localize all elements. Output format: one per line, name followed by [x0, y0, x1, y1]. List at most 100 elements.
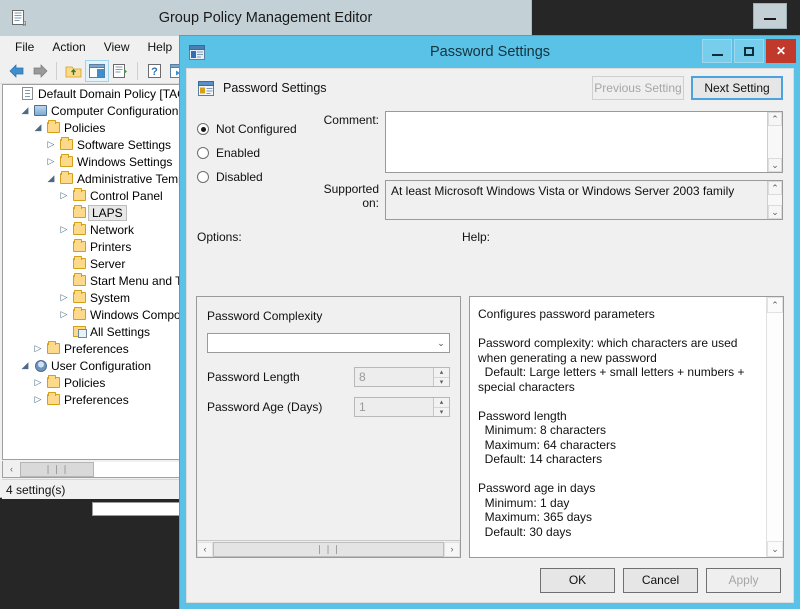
scroll-up-icon[interactable]: ⌃: [768, 181, 782, 195]
help-label: Help:: [462, 230, 490, 244]
chevron-right-icon[interactable]: ▷: [44, 140, 58, 149]
dialog-minimize-button[interactable]: [702, 39, 732, 63]
chevron-right-icon[interactable]: ▷: [31, 378, 45, 387]
scroll-down-icon[interactable]: ⌄: [767, 541, 783, 557]
password-age-value: 1: [355, 398, 433, 416]
tree-item[interactable]: ◢ User Configuration: [3, 357, 185, 374]
console-tree[interactable]: Default Domain Policy [TACO.A( ◢ Computer …: [2, 84, 186, 460]
password-complexity-dropdown[interactable]: ⌄: [207, 333, 450, 353]
policy-setting-icon: [188, 43, 206, 61]
tree-item-label: Server: [88, 257, 125, 271]
tree-item-label: Windows Compon: [88, 308, 186, 322]
tree-item[interactable]: LAPS: [3, 204, 185, 221]
comment-scrollbar[interactable]: ⌃ ⌄: [767, 112, 782, 172]
up-folder-icon[interactable]: [61, 60, 85, 82]
tree-item-label: Computer Configuration: [49, 104, 178, 118]
next-setting-button[interactable]: Next Setting: [691, 76, 783, 100]
help-scrollbar[interactable]: ⌃ ⌄: [766, 297, 783, 557]
tree-item[interactable]: Default Domain Policy [TACO.A(: [3, 85, 185, 102]
options-horizontal-scrollbar[interactable]: ‹ ❘❘❘ ›: [197, 540, 460, 557]
password-age-stepper[interactable]: 1 ▴ ▾: [354, 397, 450, 417]
ok-button[interactable]: OK: [540, 568, 615, 593]
tree-item[interactable]: ▷Software Settings: [3, 136, 185, 153]
scrollbar-track[interactable]: [94, 462, 185, 477]
scrollbar-thumb[interactable]: ❘❘❘: [213, 542, 444, 557]
scroll-up-icon[interactable]: ⌃: [768, 112, 782, 126]
tree-item[interactable]: ▷System: [3, 289, 185, 306]
previous-setting-button[interactable]: Previous Setting: [592, 76, 684, 100]
scroll-right-icon[interactable]: ›: [444, 542, 460, 557]
folder-icon-glyph: [73, 258, 86, 269]
comment-input[interactable]: ⌃ ⌄: [385, 111, 783, 173]
chevron-right-icon[interactable]: ▷: [44, 157, 58, 166]
supported-on-scrollbar[interactable]: ⌃ ⌄: [767, 181, 782, 219]
radio-not-configured[interactable]: Not Configured: [197, 117, 307, 141]
forward-icon[interactable]: [28, 60, 52, 82]
help-icon[interactable]: ?: [142, 60, 166, 82]
tree-item-label: Policies: [62, 121, 105, 135]
tree-item[interactable]: ▷Preferences: [3, 391, 185, 408]
folder-icon-glyph: [60, 156, 73, 167]
tree-item[interactable]: ◢ Computer Configuration: [3, 102, 185, 119]
chevron-right-icon[interactable]: ▷: [57, 310, 71, 319]
tree-item[interactable]: ◢ Administrative Templ: [3, 170, 185, 187]
radio-enabled[interactable]: Enabled: [197, 141, 307, 165]
stepper-down-icon[interactable]: ▾: [434, 408, 449, 417]
tree-item[interactable]: ▷Policies: [3, 374, 185, 391]
menu-item-file[interactable]: File: [6, 37, 43, 57]
gpo-document-icon: [8, 8, 28, 28]
minimize-icon: [712, 54, 723, 56]
scroll-up-icon[interactable]: ⌃: [767, 297, 783, 313]
minimize-button[interactable]: [753, 3, 787, 29]
scroll-down-icon[interactable]: ⌄: [768, 158, 782, 172]
folder-icon-glyph: [73, 224, 86, 235]
tree-item-label: Control Panel: [88, 189, 163, 203]
tree-item[interactable]: Printers: [3, 238, 185, 255]
main-window-titlebar: Group Policy Management Editor: [0, 0, 531, 36]
chevron-right-icon[interactable]: ▷: [57, 225, 71, 234]
back-icon[interactable]: [4, 60, 28, 82]
show-hide-tree-icon[interactable]: [85, 60, 109, 82]
computer-icon: [32, 105, 49, 116]
tree-item[interactable]: ◢ Policies: [3, 119, 185, 136]
radio-disabled[interactable]: Disabled: [197, 165, 307, 189]
console-tree-horizontal-scrollbar[interactable]: ‹ ❘❘❘: [2, 461, 186, 478]
tree-item[interactable]: ▷Windows Settings: [3, 153, 185, 170]
scroll-left-icon[interactable]: ‹: [197, 542, 213, 557]
export-list-icon[interactable]: [109, 60, 133, 82]
stepper-up-icon[interactable]: ▴: [434, 368, 449, 378]
scroll-left-icon[interactable]: ‹: [3, 462, 20, 477]
dialog-panels: Password Complexity ⌄ Password Length 8 …: [196, 296, 784, 558]
menu-item-help[interactable]: Help: [139, 37, 182, 57]
stepper-up-icon[interactable]: ▴: [434, 398, 449, 408]
tree-item[interactable]: All Settings: [3, 323, 185, 340]
scroll-down-icon[interactable]: ⌄: [768, 205, 782, 219]
chevron-right-icon[interactable]: ▷: [31, 395, 45, 404]
tree-item[interactable]: Server: [3, 255, 185, 272]
tree-item-label: User Configuration: [49, 359, 151, 373]
chevron-right-icon[interactable]: ▷: [57, 293, 71, 302]
chevron-down-icon[interactable]: ◢: [18, 361, 32, 370]
stepper-down-icon[interactable]: ▾: [434, 378, 449, 387]
tree-item[interactable]: ▷ Windows Compon: [3, 306, 185, 323]
menu-item-view[interactable]: View: [95, 37, 139, 57]
tree-item[interactable]: ▷ Control Panel: [3, 187, 185, 204]
dialog-close-button[interactable]: ✕: [766, 39, 796, 63]
chevron-down-icon[interactable]: ◢: [31, 123, 45, 132]
password-length-stepper[interactable]: 8 ▴ ▾: [354, 367, 450, 387]
tree-item[interactable]: Start Menu and Ta: [3, 272, 185, 289]
tree-item[interactable]: ▷Network: [3, 221, 185, 238]
supported-on-input[interactable]: At least Microsoft Windows Vista or Wind…: [385, 180, 783, 220]
apply-button[interactable]: Apply: [706, 568, 781, 593]
tree-item-label: Administrative Templ: [75, 172, 186, 186]
chevron-right-icon[interactable]: ▷: [57, 191, 71, 200]
scrollbar-thumb[interactable]: ❘❘❘: [20, 462, 94, 477]
menu-item-action[interactable]: Action: [43, 37, 94, 57]
minimize-icon: [764, 18, 776, 20]
chevron-right-icon[interactable]: ▷: [31, 344, 45, 353]
dialog-maximize-button[interactable]: [734, 39, 764, 63]
tree-item[interactable]: ▷Preferences: [3, 340, 185, 357]
cancel-button[interactable]: Cancel: [623, 568, 698, 593]
chevron-down-icon[interactable]: ◢: [44, 174, 58, 183]
chevron-down-icon[interactable]: ◢: [18, 106, 32, 115]
